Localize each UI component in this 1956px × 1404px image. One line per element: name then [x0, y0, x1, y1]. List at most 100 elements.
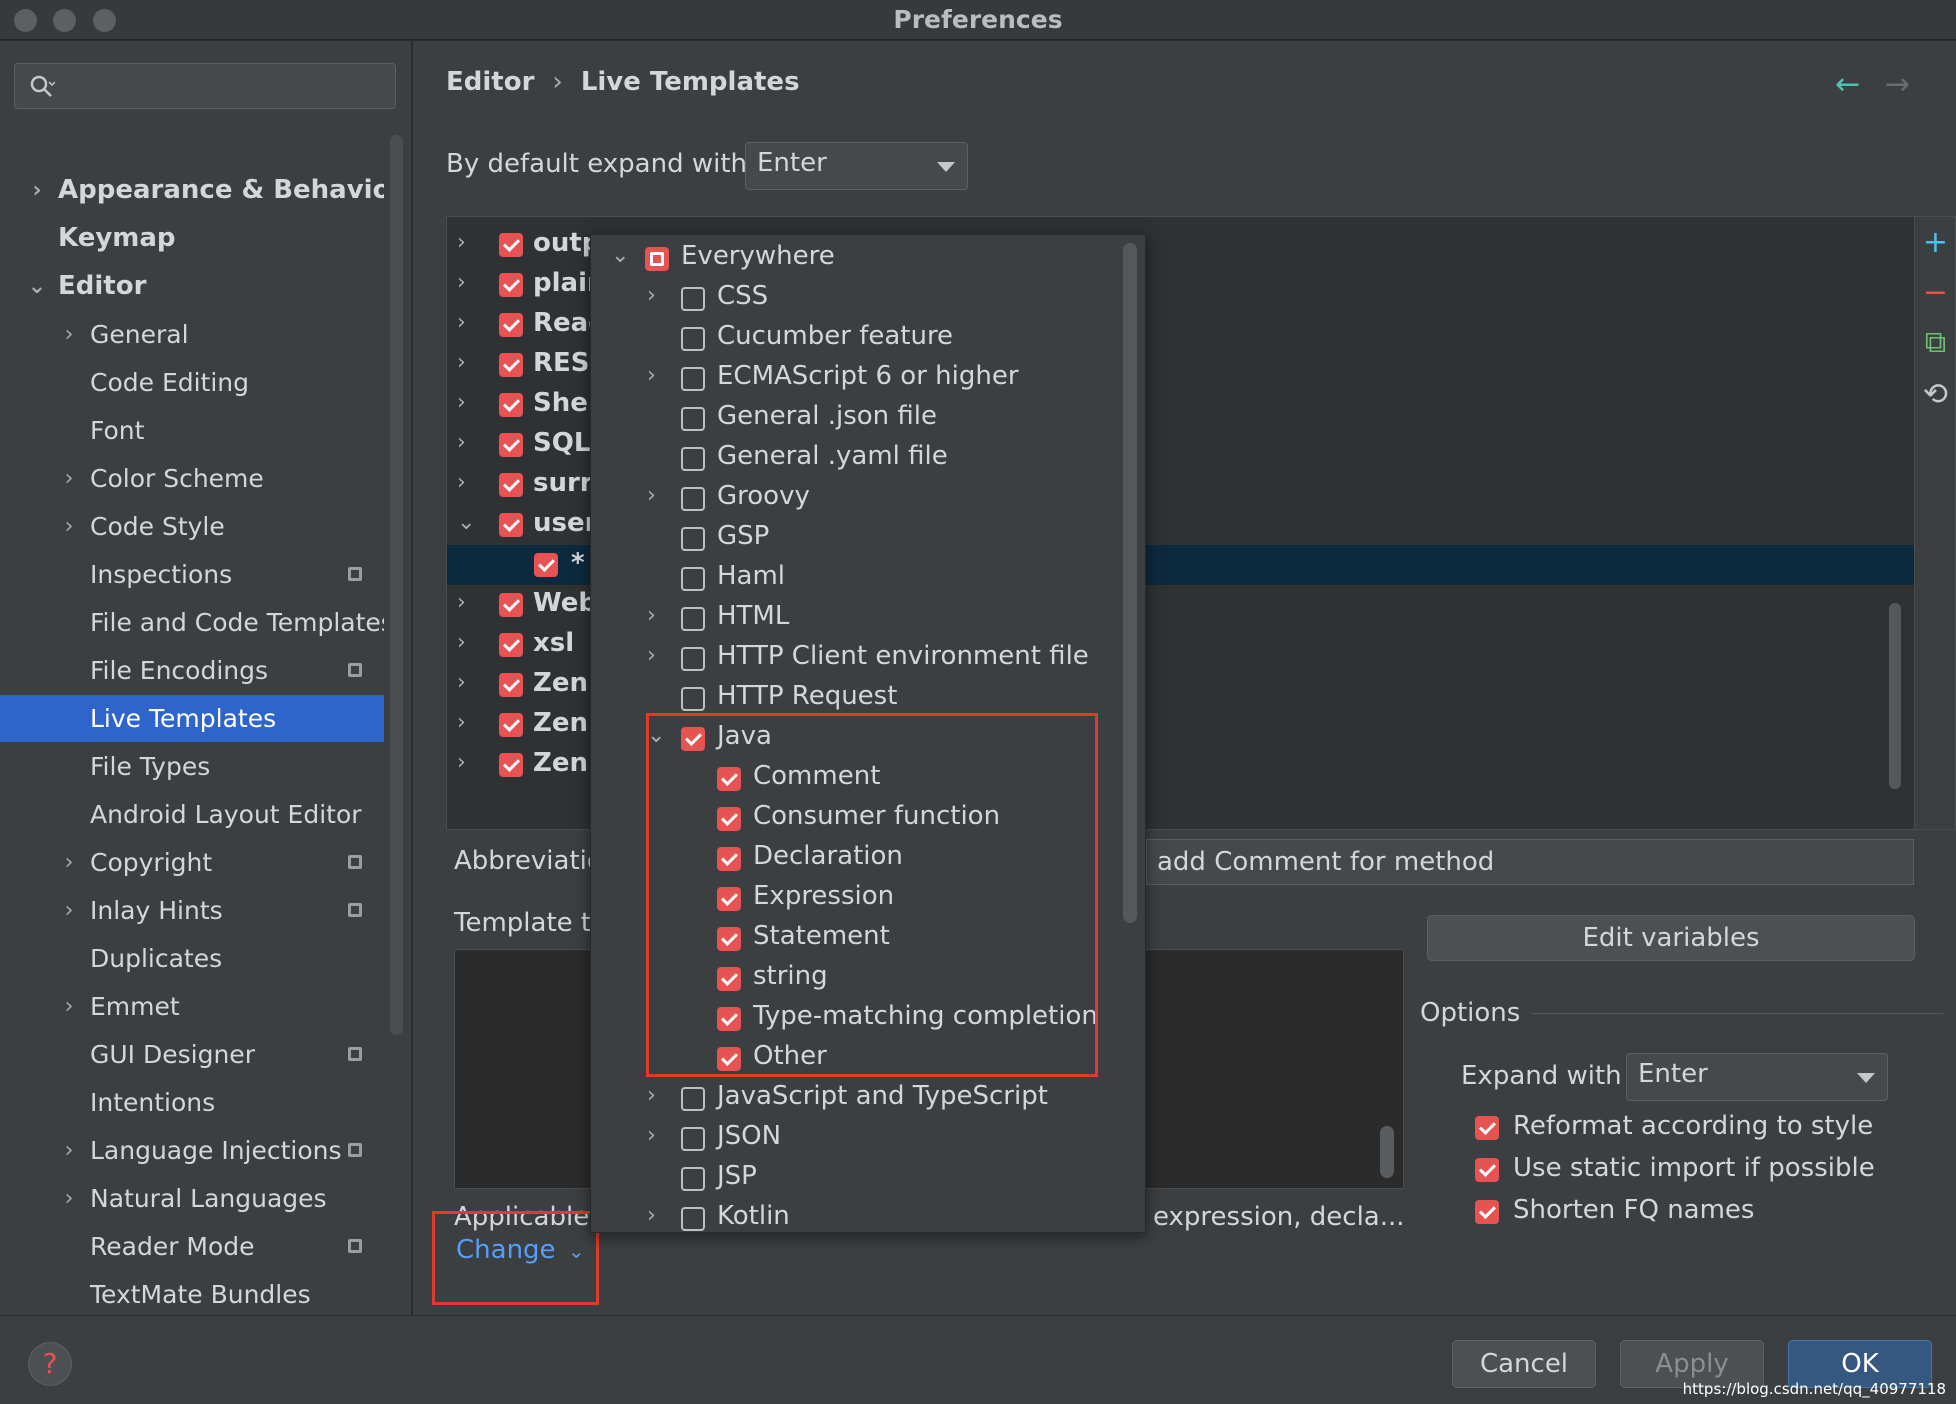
- sidebar-item[interactable]: Code Editing: [0, 359, 384, 406]
- sidebar-item[interactable]: › Copyright: [0, 839, 384, 886]
- template-checkbox[interactable]: [499, 433, 523, 457]
- template-checkbox[interactable]: [499, 313, 523, 337]
- chevron-right-icon[interactable]: ›: [647, 483, 656, 508]
- chevron-right-icon[interactable]: ›: [647, 363, 656, 388]
- settings-search-input[interactable]: [14, 63, 396, 109]
- chevron-right-icon[interactable]: ›: [59, 839, 79, 886]
- context-row[interactable]: JSP: [591, 1159, 1131, 1199]
- template-checkbox[interactable]: [499, 273, 523, 297]
- sidebar-item[interactable]: Duplicates: [0, 935, 384, 982]
- sidebar-item[interactable]: › Appearance & Behavior: [0, 167, 384, 214]
- template-checkbox[interactable]: [499, 713, 523, 737]
- context-checkbox[interactable]: [681, 327, 705, 351]
- chevron-right-icon[interactable]: ›: [59, 311, 79, 358]
- option-checkbox[interactable]: [1475, 1116, 1499, 1140]
- chevron-right-icon[interactable]: ›: [27, 167, 47, 214]
- context-checkbox[interactable]: [681, 607, 705, 631]
- context-row[interactable]: › Groovy: [591, 479, 1131, 519]
- chevron-right-icon[interactable]: ›: [457, 590, 466, 615]
- description-field[interactable]: add Comment for method: [1146, 839, 1914, 885]
- template-checkbox[interactable]: [499, 473, 523, 497]
- template-checkbox[interactable]: [499, 393, 523, 417]
- sidebar-item[interactable]: File and Code Templates: [0, 599, 384, 646]
- template-checkbox[interactable]: [499, 353, 523, 377]
- context-row[interactable]: › CSS: [591, 279, 1131, 319]
- context-row[interactable]: › JSON: [591, 1119, 1131, 1159]
- context-checkbox[interactable]: [681, 647, 705, 671]
- context-checkbox[interactable]: [681, 447, 705, 471]
- chevron-right-icon[interactable]: ›: [457, 310, 466, 335]
- template-checkbox[interactable]: [499, 753, 523, 777]
- context-row[interactable]: General .yaml file: [591, 439, 1131, 479]
- context-checkbox[interactable]: [681, 1127, 705, 1151]
- context-row[interactable]: GSP: [591, 519, 1131, 559]
- template-checkbox[interactable]: [499, 673, 523, 697]
- chevron-right-icon[interactable]: ›: [457, 430, 466, 455]
- chevron-right-icon[interactable]: ›: [457, 630, 466, 655]
- chevron-right-icon[interactable]: ›: [457, 710, 466, 735]
- context-checkbox[interactable]: [681, 567, 705, 591]
- template-tree-scrollbar[interactable]: [1889, 603, 1901, 789]
- sidebar-item[interactable]: File Types: [0, 743, 384, 790]
- expand-with-dropdown[interactable]: Enter: [1626, 1053, 1888, 1101]
- sidebar-item[interactable]: GUI Designer: [0, 1031, 384, 1078]
- context-checkbox[interactable]: [681, 367, 705, 391]
- template-checkbox[interactable]: [499, 633, 523, 657]
- add-icon[interactable]: +: [1915, 225, 1956, 260]
- sidebar-item[interactable]: › Color Scheme: [0, 455, 384, 502]
- context-checkbox[interactable]: [645, 247, 669, 271]
- forward-arrow-icon[interactable]: →: [1885, 67, 1910, 102]
- chevron-right-icon[interactable]: ›: [59, 455, 79, 502]
- context-row[interactable]: › JavaScript and TypeScript: [591, 1079, 1131, 1119]
- template-checkbox[interactable]: [534, 553, 558, 577]
- chevron-right-icon[interactable]: ›: [59, 983, 79, 1030]
- sidebar-item[interactable]: TextMate Bundles: [0, 1271, 384, 1315]
- remove-icon[interactable]: −: [1915, 275, 1956, 310]
- context-checkbox[interactable]: [681, 1167, 705, 1191]
- sidebar-item[interactable]: Font: [0, 407, 384, 454]
- breadcrumb-parent[interactable]: Editor: [446, 67, 534, 97]
- chevron-right-icon[interactable]: ›: [59, 503, 79, 550]
- help-icon[interactable]: ?: [28, 1342, 72, 1386]
- sidebar-scrollbar[interactable]: [390, 135, 403, 1035]
- chevron-right-icon[interactable]: ›: [647, 1083, 656, 1108]
- sidebar-item[interactable]: Intentions: [0, 1079, 384, 1126]
- context-row[interactable]: Cucumber feature: [591, 319, 1131, 359]
- editor-scrollbar[interactable]: [1380, 1126, 1394, 1178]
- sidebar-item[interactable]: Live Templates: [0, 695, 384, 742]
- back-arrow-icon[interactable]: ←: [1835, 67, 1860, 102]
- context-checkbox[interactable]: [681, 527, 705, 551]
- edit-variables-button[interactable]: Edit variables: [1427, 915, 1915, 961]
- sidebar-item[interactable]: › Language Injections: [0, 1127, 384, 1174]
- sidebar-item[interactable]: Inspections: [0, 551, 384, 598]
- chevron-right-icon[interactable]: ›: [457, 270, 466, 295]
- chevron-down-icon[interactable]: ⌄: [457, 510, 475, 535]
- sidebar-item[interactable]: › Natural Languages: [0, 1175, 384, 1222]
- sidebar-item[interactable]: › Emmet: [0, 983, 384, 1030]
- sidebar-item[interactable]: › General: [0, 311, 384, 358]
- context-checkbox[interactable]: [681, 1207, 705, 1231]
- chevron-right-icon[interactable]: ›: [59, 887, 79, 934]
- chevron-right-icon[interactable]: ›: [59, 1175, 79, 1222]
- chevron-right-icon[interactable]: ›: [647, 1123, 656, 1148]
- context-popup-scrollbar[interactable]: [1123, 243, 1137, 923]
- chevron-right-icon[interactable]: ›: [457, 230, 466, 255]
- template-checkbox[interactable]: [499, 513, 523, 537]
- sidebar-item[interactable]: ⌄ Editor: [0, 263, 384, 310]
- context-row[interactable]: › HTML: [591, 599, 1131, 639]
- context-row[interactable]: ⌄ Everywhere: [591, 239, 1131, 279]
- context-checkbox[interactable]: [681, 687, 705, 711]
- chevron-down-icon[interactable]: ⌄: [611, 243, 629, 268]
- context-row[interactable]: General .json file: [591, 399, 1131, 439]
- context-checkbox[interactable]: [681, 407, 705, 431]
- sidebar-item[interactable]: › Inlay Hints: [0, 887, 384, 934]
- option-checkbox[interactable]: [1475, 1158, 1499, 1182]
- sidebar-item[interactable]: Android Layout Editor: [0, 791, 384, 838]
- chevron-right-icon[interactable]: ›: [647, 643, 656, 668]
- context-checkbox[interactable]: [681, 287, 705, 311]
- sidebar-item[interactable]: File Encodings: [0, 647, 384, 694]
- chevron-right-icon[interactable]: ›: [647, 603, 656, 628]
- option-checkbox[interactable]: [1475, 1200, 1499, 1224]
- sidebar-item[interactable]: Keymap: [0, 215, 384, 262]
- chevron-right-icon[interactable]: ›: [457, 750, 466, 775]
